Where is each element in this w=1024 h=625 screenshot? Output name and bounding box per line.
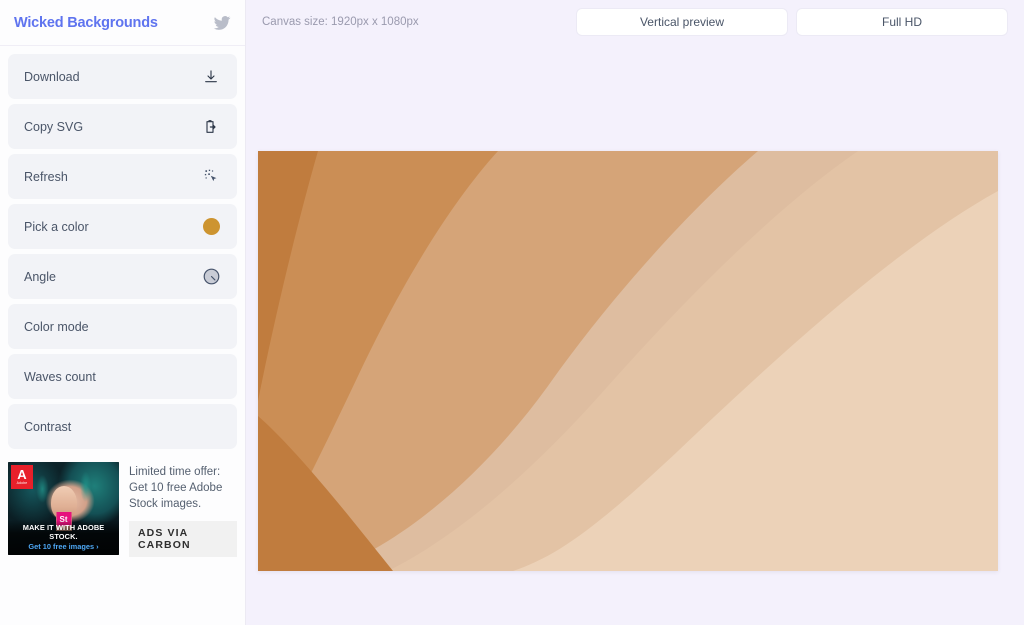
app-root: Wicked Backgrounds Download Copy SVG Ref… [0,0,1024,625]
adobe-logo-word: Adobe [16,481,28,485]
wallpaper-preview[interactable] [258,151,998,571]
control-refresh[interactable]: Refresh [8,154,237,199]
dial-knob-icon[interactable] [201,267,221,287]
magic-cursor-icon[interactable] [201,167,221,187]
control-copy-svg[interactable]: Copy SVG [8,104,237,149]
twitter-icon[interactable] [213,14,231,32]
wave-gradient-svg [258,151,998,571]
full-hd-button[interactable]: Full HD [796,8,1008,36]
ad-caption-headline: MAKE IT WITH ADOBE STOCK. [22,523,105,541]
canvas-area [246,44,1024,625]
color-swatch[interactable] [202,218,220,235]
control-label: Angle [24,269,56,284]
app-title: Wicked Backgrounds [14,14,158,31]
vertical-preview-button[interactable]: Vertical preview [576,8,788,36]
adobe-logo-icon: A Adobe [11,465,33,489]
clipboard-copy-icon[interactable] [201,117,221,137]
control-download[interactable]: Download [8,54,237,99]
control-color-mode[interactable]: Color mode [8,304,237,349]
control-label: Copy SVG [24,119,84,134]
ad-caption: MAKE IT WITH ADOBE STOCK. Get 10 free im… [8,520,119,555]
topbar-actions: Vertical preview Full HD [576,8,1008,36]
download-icon[interactable] [201,67,221,87]
canvas-size-label: Canvas size: 1920px x 1080px [262,16,419,28]
control-list: Download Copy SVG Refresh Pick a color A… [0,46,245,454]
control-waves-count[interactable]: Waves count [8,354,237,399]
control-label: Download [24,69,80,84]
control-contrast[interactable]: Contrast [8,404,237,449]
control-label: Refresh [24,169,68,184]
control-label: Waves count [24,369,96,384]
adobe-logo-letter: A [17,467,27,482]
control-label: Contrast [24,419,72,434]
ad-text-column: Limited time offer: Get 10 free Adobe St… [129,462,237,557]
control-angle[interactable]: Angle [8,254,237,299]
ad-image[interactable]: A Adobe St MAKE IT WITH ADOBE STOCK. Get… [8,462,119,555]
topbar: Canvas size: 1920px x 1080px Vertical pr… [246,0,1024,44]
control-label: Pick a color [24,219,89,234]
brand-bar: Wicked Backgrounds [0,0,245,46]
ads-via-carbon-button[interactable]: ADS VIA CARBON [129,521,237,557]
ad-text[interactable]: Limited time offer: Get 10 free Adobe St… [129,464,237,512]
ad-caption-link[interactable]: Get 10 free images › [8,542,119,551]
carbon-ad: A Adobe St MAKE IT WITH ADOBE STOCK. Get… [8,462,237,557]
control-label: Color mode [24,319,89,334]
color-swatch-icon[interactable] [201,217,221,237]
control-pick-a-color[interactable]: Pick a color [8,204,237,249]
main-area: Canvas size: 1920px x 1080px Vertical pr… [246,0,1024,625]
sidebar: Wicked Backgrounds Download Copy SVG Ref… [0,0,246,625]
